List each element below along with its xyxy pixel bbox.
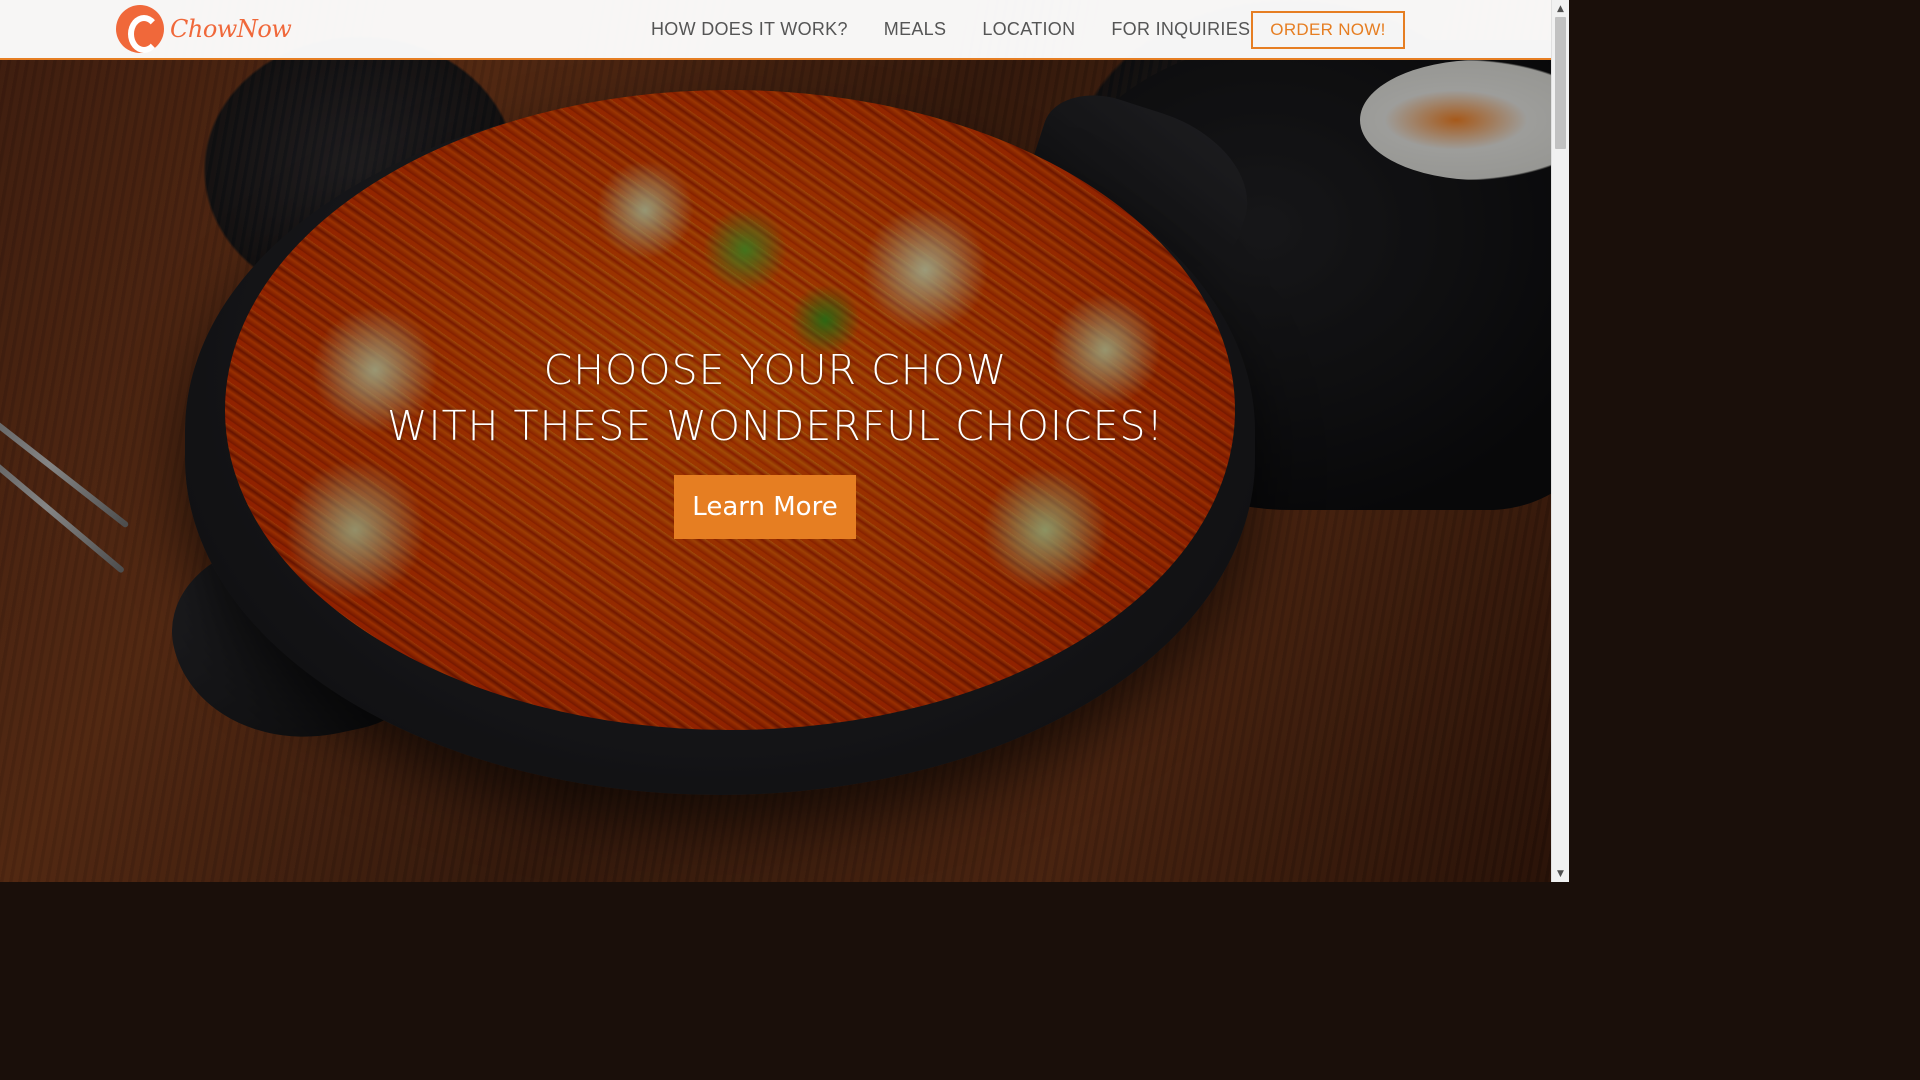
site-logo[interactable]: ChowNow	[116, 5, 292, 53]
scroll-up-arrow-icon[interactable]: ▲	[1552, 0, 1569, 17]
learn-more-button[interactable]: Learn More	[674, 475, 856, 539]
logo-wordmark: ChowNow	[170, 15, 292, 43]
order-now-button[interactable]: ORDER NOW!	[1251, 11, 1405, 49]
landing-page: ChowNow HOW DOES IT WORK? MEALS LOCATION…	[0, 0, 1551, 882]
hero-headline-line-2: WITH THESE WONDERFUL CHOICES!	[386, 402, 1164, 450]
scrollbar-thumb[interactable]	[1555, 17, 1566, 149]
nav-link-location[interactable]: LOCATION	[982, 19, 1075, 40]
nav-link-meals[interactable]: MEALS	[884, 19, 947, 40]
top-navbar: ChowNow HOW DOES IT WORK? MEALS LOCATION…	[0, 0, 1551, 60]
chownow-logo-icon	[116, 5, 164, 53]
nav-link-how-it-works[interactable]: HOW DOES IT WORK?	[651, 19, 848, 40]
hero-headline-line-1: CHOOSE YOUR CHOW	[543, 346, 1008, 394]
nav-link-inquiries[interactable]: FOR INQUIRIES	[1111, 19, 1250, 40]
hero-headline: CHOOSE YOUR CHOW WITH THESE WONDERFUL CH…	[0, 342, 1551, 454]
scroll-down-arrow-icon[interactable]: ▼	[1552, 865, 1569, 882]
vertical-scrollbar[interactable]: ▲ ▼	[1551, 0, 1569, 882]
nav-menu: HOW DOES IT WORK? MEALS LOCATION FOR INQ…	[633, 0, 1268, 58]
